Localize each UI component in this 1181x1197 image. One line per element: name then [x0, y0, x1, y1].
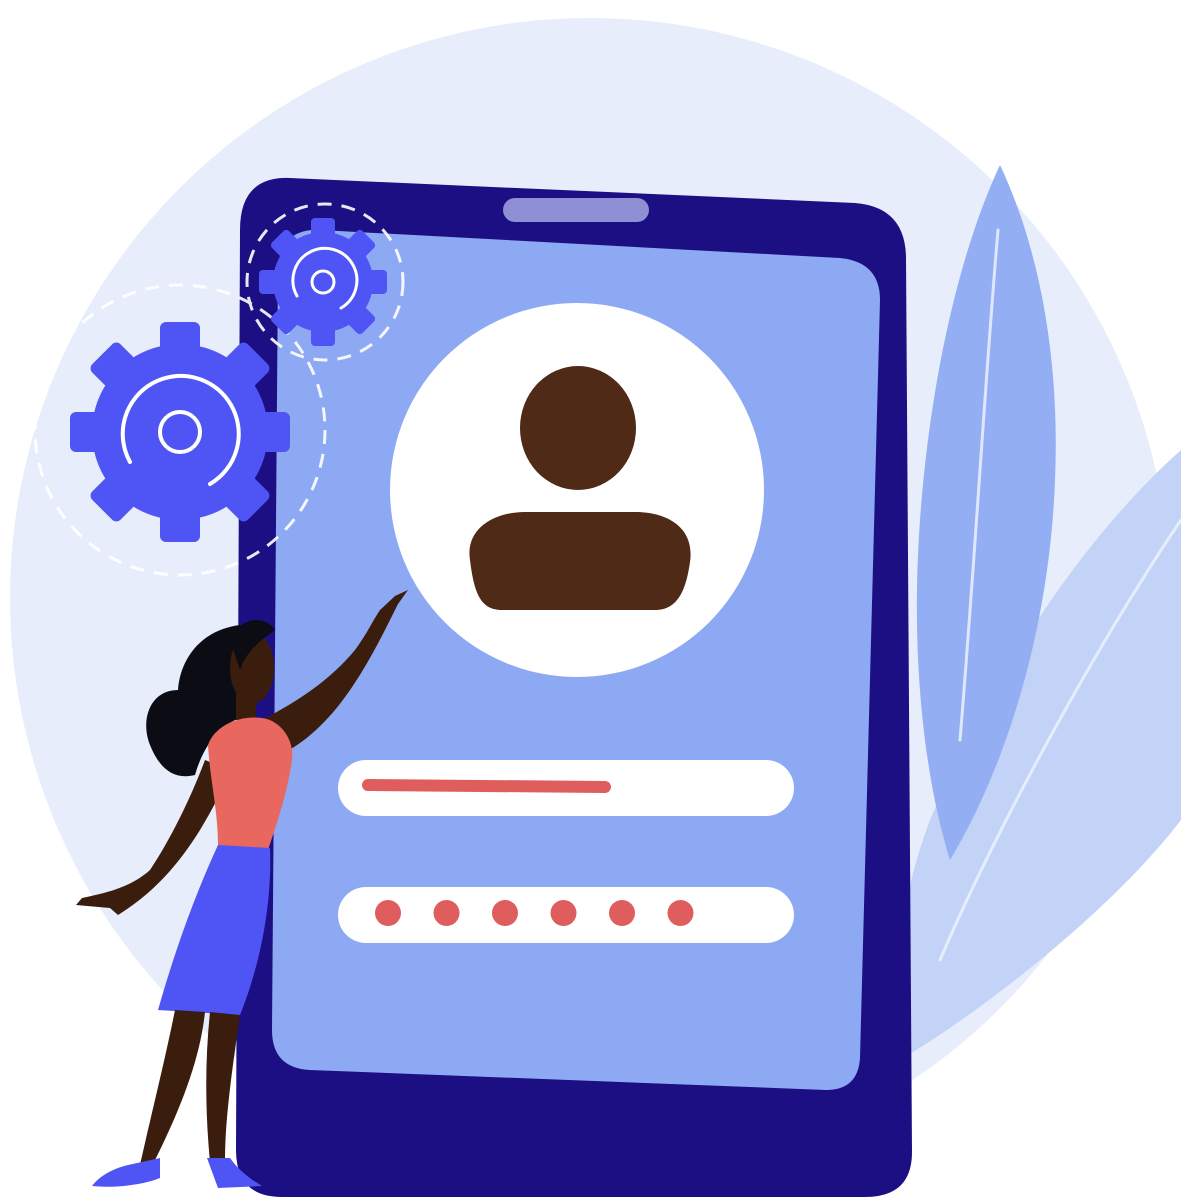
illustration-canvas	[0, 0, 1181, 1197]
password-dot	[609, 900, 635, 926]
user-avatar-icon	[390, 303, 764, 677]
password-dot	[492, 900, 518, 926]
password-dot	[667, 900, 694, 926]
username-field	[338, 760, 794, 816]
password-field	[338, 887, 794, 943]
gear-icon	[70, 322, 290, 542]
password-dot	[433, 900, 460, 926]
password-dot	[550, 900, 577, 926]
gear-icon	[259, 218, 387, 346]
phone-notch	[503, 198, 649, 222]
password-dot	[375, 900, 401, 926]
